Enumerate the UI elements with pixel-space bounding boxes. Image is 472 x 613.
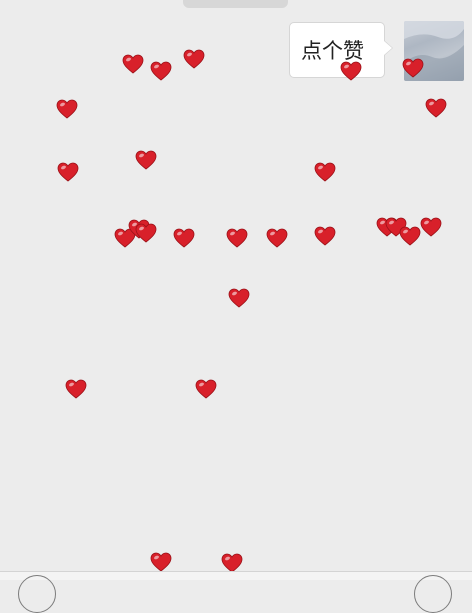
top-timestamp-pill bbox=[183, 0, 288, 8]
heart-icon bbox=[399, 226, 421, 246]
heart-icon bbox=[56, 99, 78, 119]
heart-icon bbox=[228, 288, 250, 308]
heart-icon bbox=[150, 61, 172, 81]
heart-icon bbox=[420, 217, 442, 237]
heart-icon bbox=[122, 54, 144, 74]
heart-icon bbox=[57, 162, 79, 182]
heart-icon bbox=[340, 61, 362, 81]
heart-icon bbox=[314, 226, 336, 246]
add-icon[interactable] bbox=[414, 575, 452, 613]
heart-icon bbox=[266, 228, 288, 248]
heart-icon bbox=[195, 379, 217, 399]
heart-icon bbox=[65, 379, 87, 399]
voice-icon[interactable] bbox=[18, 575, 56, 613]
heart-icon bbox=[173, 228, 195, 248]
heart-icon bbox=[135, 223, 157, 243]
heart-icon bbox=[183, 49, 205, 69]
heart-icon bbox=[150, 552, 172, 572]
heart-icon bbox=[221, 553, 243, 573]
heart-icon bbox=[135, 150, 157, 170]
heart-icon bbox=[402, 58, 424, 78]
heart-icon bbox=[425, 98, 447, 118]
heart-icon bbox=[314, 162, 336, 182]
chat-area: 点个赞 bbox=[0, 0, 472, 613]
message-bubble[interactable]: 点个赞 bbox=[289, 22, 393, 78]
heart-icon bbox=[226, 228, 248, 248]
